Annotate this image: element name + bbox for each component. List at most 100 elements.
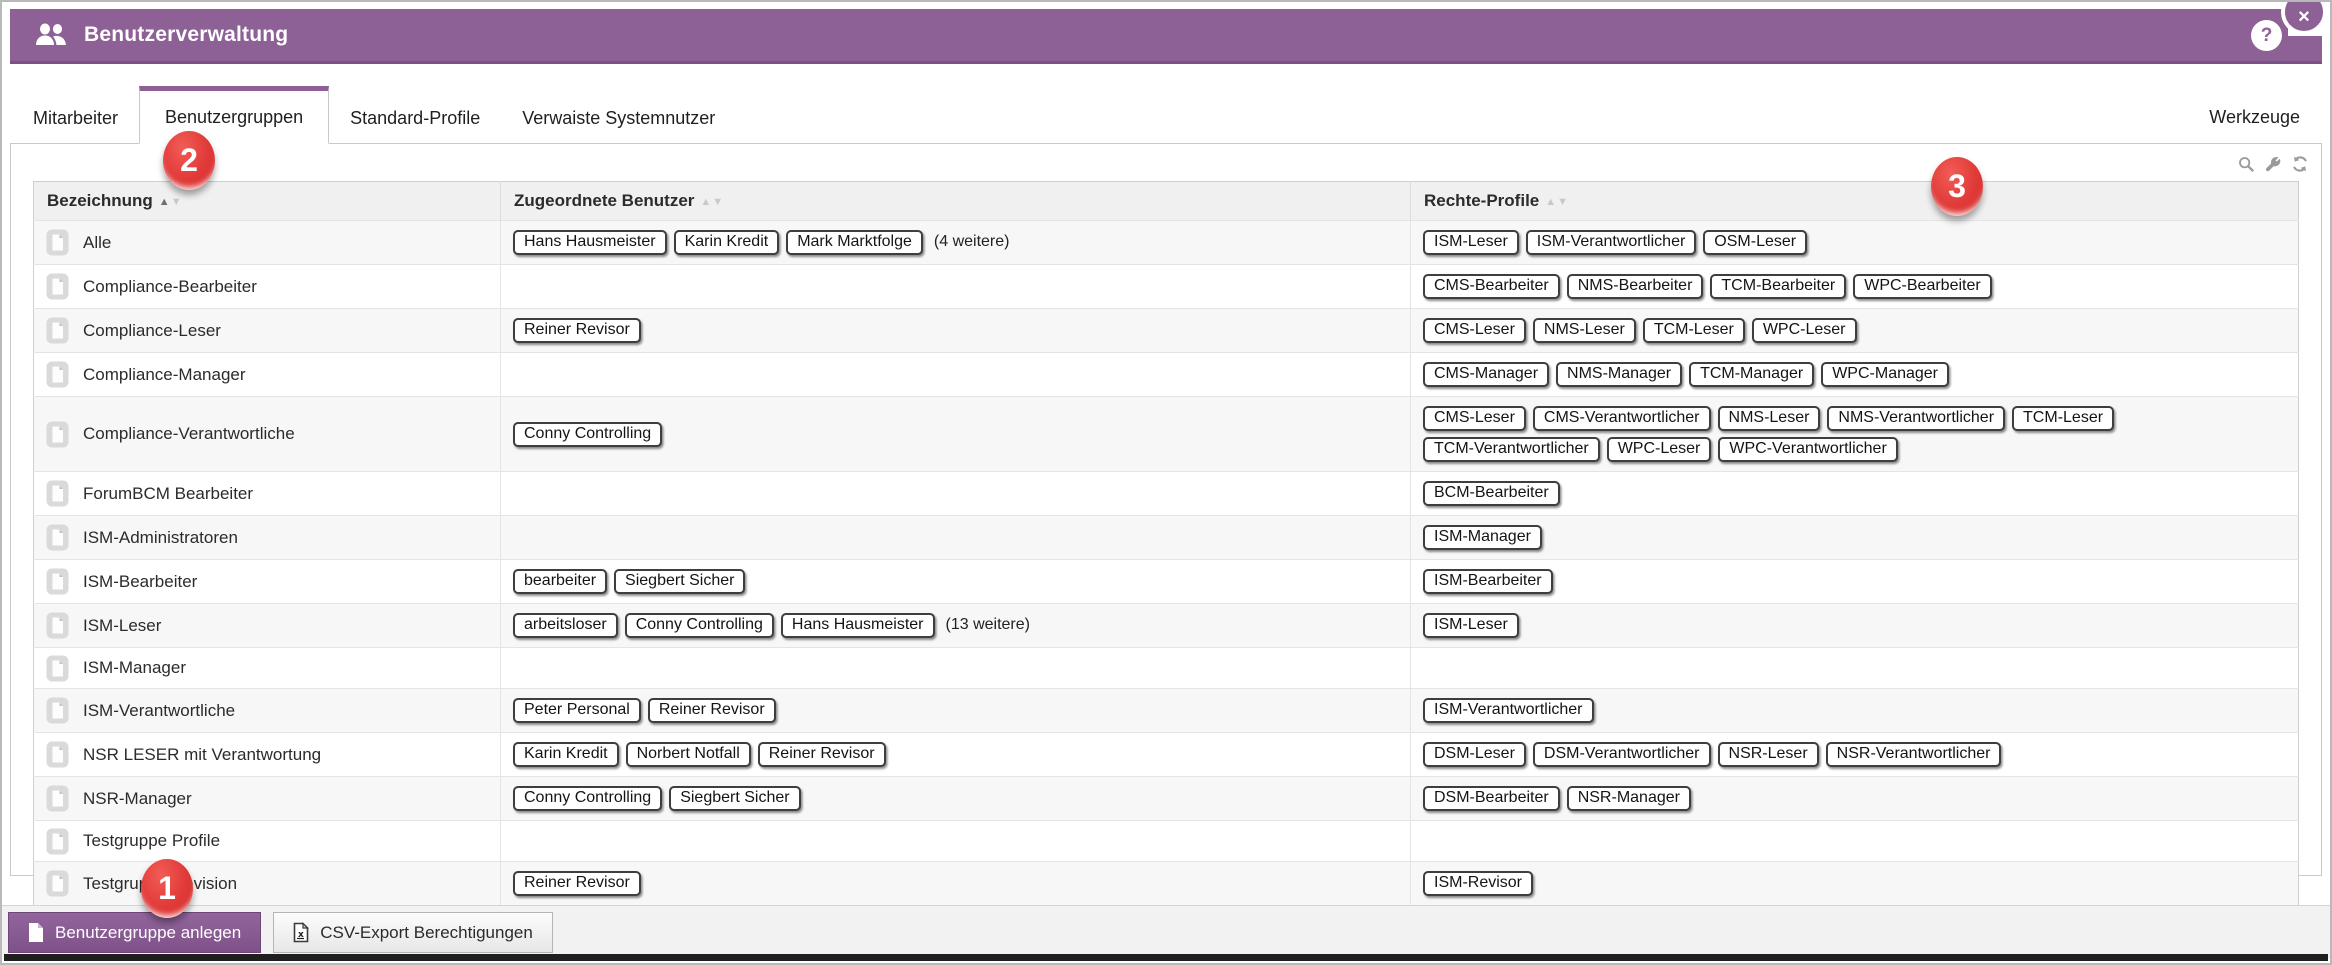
more-users-label: (13 weitere) [946,616,1030,633]
user-chip[interactable]: Reiner Revisor [758,742,886,767]
wrench-icon[interactable] [2264,155,2282,173]
column-header-rechte-profile[interactable]: Rechte-Profile▲▼ [1411,182,2299,221]
profile-chip[interactable]: WPC-Leser [1752,318,1857,343]
table-row[interactable]: NSR LESER mit Verantwortung Karin Kredit… [34,733,2299,777]
user-chip[interactable]: Conny Controlling [513,786,662,811]
column-header-bezeichnung[interactable]: Bezeichnung▲▼ [34,182,501,221]
profile-chip[interactable]: ISM-Verantwortlicher [1526,230,1697,255]
table-row[interactable]: NSR-Manager Conny Controlling Siegbert Si… [34,777,2299,821]
profile-chip[interactable]: CMS-Manager [1423,362,1549,387]
profile-chip[interactable]: DSM-Verantwortlicher [1533,742,1711,767]
profile-chip[interactable]: CMS-Leser [1423,318,1526,343]
profile-chip[interactable]: WPC-Verantwortlicher [1718,437,1897,462]
user-chip[interactable]: arbeitsloser [513,613,618,638]
sort-arrows-icon[interactable]: ▲▼ [700,196,724,208]
annotation-badge-3: 3 [1931,157,1983,216]
profile-chip[interactable]: CMS-Verantwortlicher [1533,406,1711,431]
profile-chip[interactable]: CMS-Leser [1423,406,1526,431]
table-row[interactable]: ISM-Administratoren ISM-Manager [34,516,2299,560]
tab-verwaiste-systemnutzer[interactable]: Verwaiste Systemnutzer [501,94,736,144]
profile-chip[interactable]: ISM-Leser [1423,613,1519,638]
csv-export-button[interactable]: x CSV-Export Berechtigungen [273,912,553,953]
assigned-users-cell [501,265,1411,309]
table-row[interactable]: ISM-Manager [34,648,2299,689]
column-header-zugeordnete-benutzer[interactable]: Zugeordnete Benutzer▲▼ [501,182,1411,221]
sort-arrows-icon[interactable]: ▲▼ [159,196,183,208]
profile-chip[interactable]: WPC-Manager [1821,362,1949,387]
group-document-icon [46,361,69,388]
profile-chip[interactable]: NSR-Manager [1567,786,1691,811]
tools-link[interactable]: Werkzeuge [2209,107,2300,128]
table-row[interactable]: Compliance-Bearbeiter CMS-BearbeiterNMS-… [34,265,2299,309]
user-chip[interactable]: Peter Personal [513,698,641,723]
table-row[interactable]: Testgruppe Profile [34,821,2299,862]
group-document-icon [46,273,69,300]
table-row[interactable]: ISM-Leser arbeitsloser Conny Controlling H… [34,604,2299,648]
profile-chip[interactable]: CMS-Bearbeiter [1423,274,1560,299]
user-chip[interactable]: Reiner Revisor [513,318,641,343]
user-chip[interactable]: Karin Kredit [513,742,619,767]
profile-chip[interactable]: OSM-Leser [1703,230,1807,255]
profile-chip[interactable]: NMS-Verantwortlicher [1827,406,2005,431]
table-row[interactable]: ISM-Bearbeiter bearbeiter Siegbert Sicher… [34,560,2299,604]
profile-chip[interactable]: NSR-Leser [1718,742,1819,767]
user-chip[interactable]: Hans Hausmeister [513,230,667,255]
profile-chip[interactable]: ISM-Verantwortlicher [1423,698,1594,723]
group-name: Compliance-Leser [83,321,221,341]
group-table-body: Alle Hans HausmeisterKarin KreditMark Ma… [34,221,2299,906]
profile-chip[interactable]: DSM-Bearbeiter [1423,786,1560,811]
group-document-icon [46,655,69,682]
table-row[interactable]: Compliance-Manager CMS-ManagerNMS-Manage… [34,353,2299,397]
user-chip[interactable]: Mark Marktfolge [786,230,923,255]
user-chip[interactable]: Reiner Revisor [648,698,776,723]
assigned-users-cell: arbeitsloser Conny Controlling Hans Hausme… [501,604,1411,648]
tab-mitarbeiter[interactable]: Mitarbeiter [12,94,139,144]
profile-chip[interactable]: WPC-Leser [1607,437,1712,462]
profile-chip[interactable]: NSR-Verantwortlicher [1826,742,2002,767]
profile-chip[interactable]: TCM-Verantwortlicher [1423,437,1600,462]
profile-chip[interactable]: ISM-Manager [1423,525,1542,550]
rights-profiles-cell: CMS-Bearbeiter NMS-BearbeiterTCM-Bearbeit… [1411,265,2299,309]
table-row[interactable]: ForumBCM Bearbeiter BCM-Bearbeiter [34,472,2299,516]
profile-chip[interactable]: TCM-Leser [2012,406,2114,431]
profile-chip[interactable]: DSM-Leser [1423,742,1526,767]
profile-chip[interactable]: ISM-Bearbeiter [1423,569,1553,594]
table-row[interactable]: Compliance-Leser Reiner Revisor CMS-Lese… [34,309,2299,353]
profile-chip[interactable]: NMS-Leser [1718,406,1821,431]
profile-chip[interactable]: NMS-Manager [1556,362,1682,387]
user-chip[interactable]: bearbeiter [513,569,607,594]
profile-chip[interactable]: WPC-Bearbeiter [1853,274,1991,299]
user-chip[interactable]: Reiner Revisor [513,871,641,896]
group-name: ISM-Manager [83,658,186,678]
search-icon[interactable] [2237,155,2255,173]
assigned-users-cell: Peter Personal Reiner Revisor [501,689,1411,733]
tab-benutzergruppen[interactable]: Benutzergruppen [139,86,329,144]
user-chip[interactable]: Hans Hausmeister [781,613,935,638]
refresh-icon[interactable] [2291,155,2309,173]
profile-chip[interactable]: ISM-Revisor [1423,871,1533,896]
user-chip[interactable]: Conny Controlling [625,613,774,638]
profile-chip[interactable]: TCM-Leser [1643,318,1745,343]
user-chip[interactable]: Conny Controlling [513,422,662,447]
group-document-icon [46,421,69,448]
group-document-icon [46,229,69,256]
group-name: Testgruppe Profile [83,831,220,851]
user-chip[interactable]: Norbert Notfall [626,742,751,767]
profile-chip[interactable]: BCM-Bearbeiter [1423,481,1560,506]
user-chip[interactable]: Siegbert Sicher [614,569,745,594]
tab-standard-profile[interactable]: Standard-Profile [329,94,501,144]
profile-chip[interactable]: ISM-Leser [1423,230,1519,255]
profile-chip[interactable]: TCM-Bearbeiter [1710,274,1846,299]
profile-chip[interactable]: NMS-Bearbeiter [1567,274,1704,299]
create-group-button[interactable]: Benutzergruppe anlegen [8,912,261,953]
user-chip[interactable]: Siegbert Sicher [669,786,800,811]
profile-chip[interactable]: NMS-Leser [1533,318,1636,343]
help-button[interactable]: ? [2251,20,2282,51]
table-row[interactable]: Alle Hans HausmeisterKarin KreditMark Ma… [34,221,2299,265]
sort-arrows-icon[interactable]: ▲▼ [1545,196,1569,208]
user-chip[interactable]: Karin Kredit [674,230,780,255]
table-row[interactable]: ISM-Verantwortliche Peter PersonalReiner… [34,689,2299,733]
table-row[interactable]: Testgruppe Revision Reiner Revisor ISM-R… [34,862,2299,906]
profile-chip[interactable]: TCM-Manager [1689,362,1814,387]
table-row[interactable]: Compliance-Verantwortliche Conny Control… [34,397,2299,472]
